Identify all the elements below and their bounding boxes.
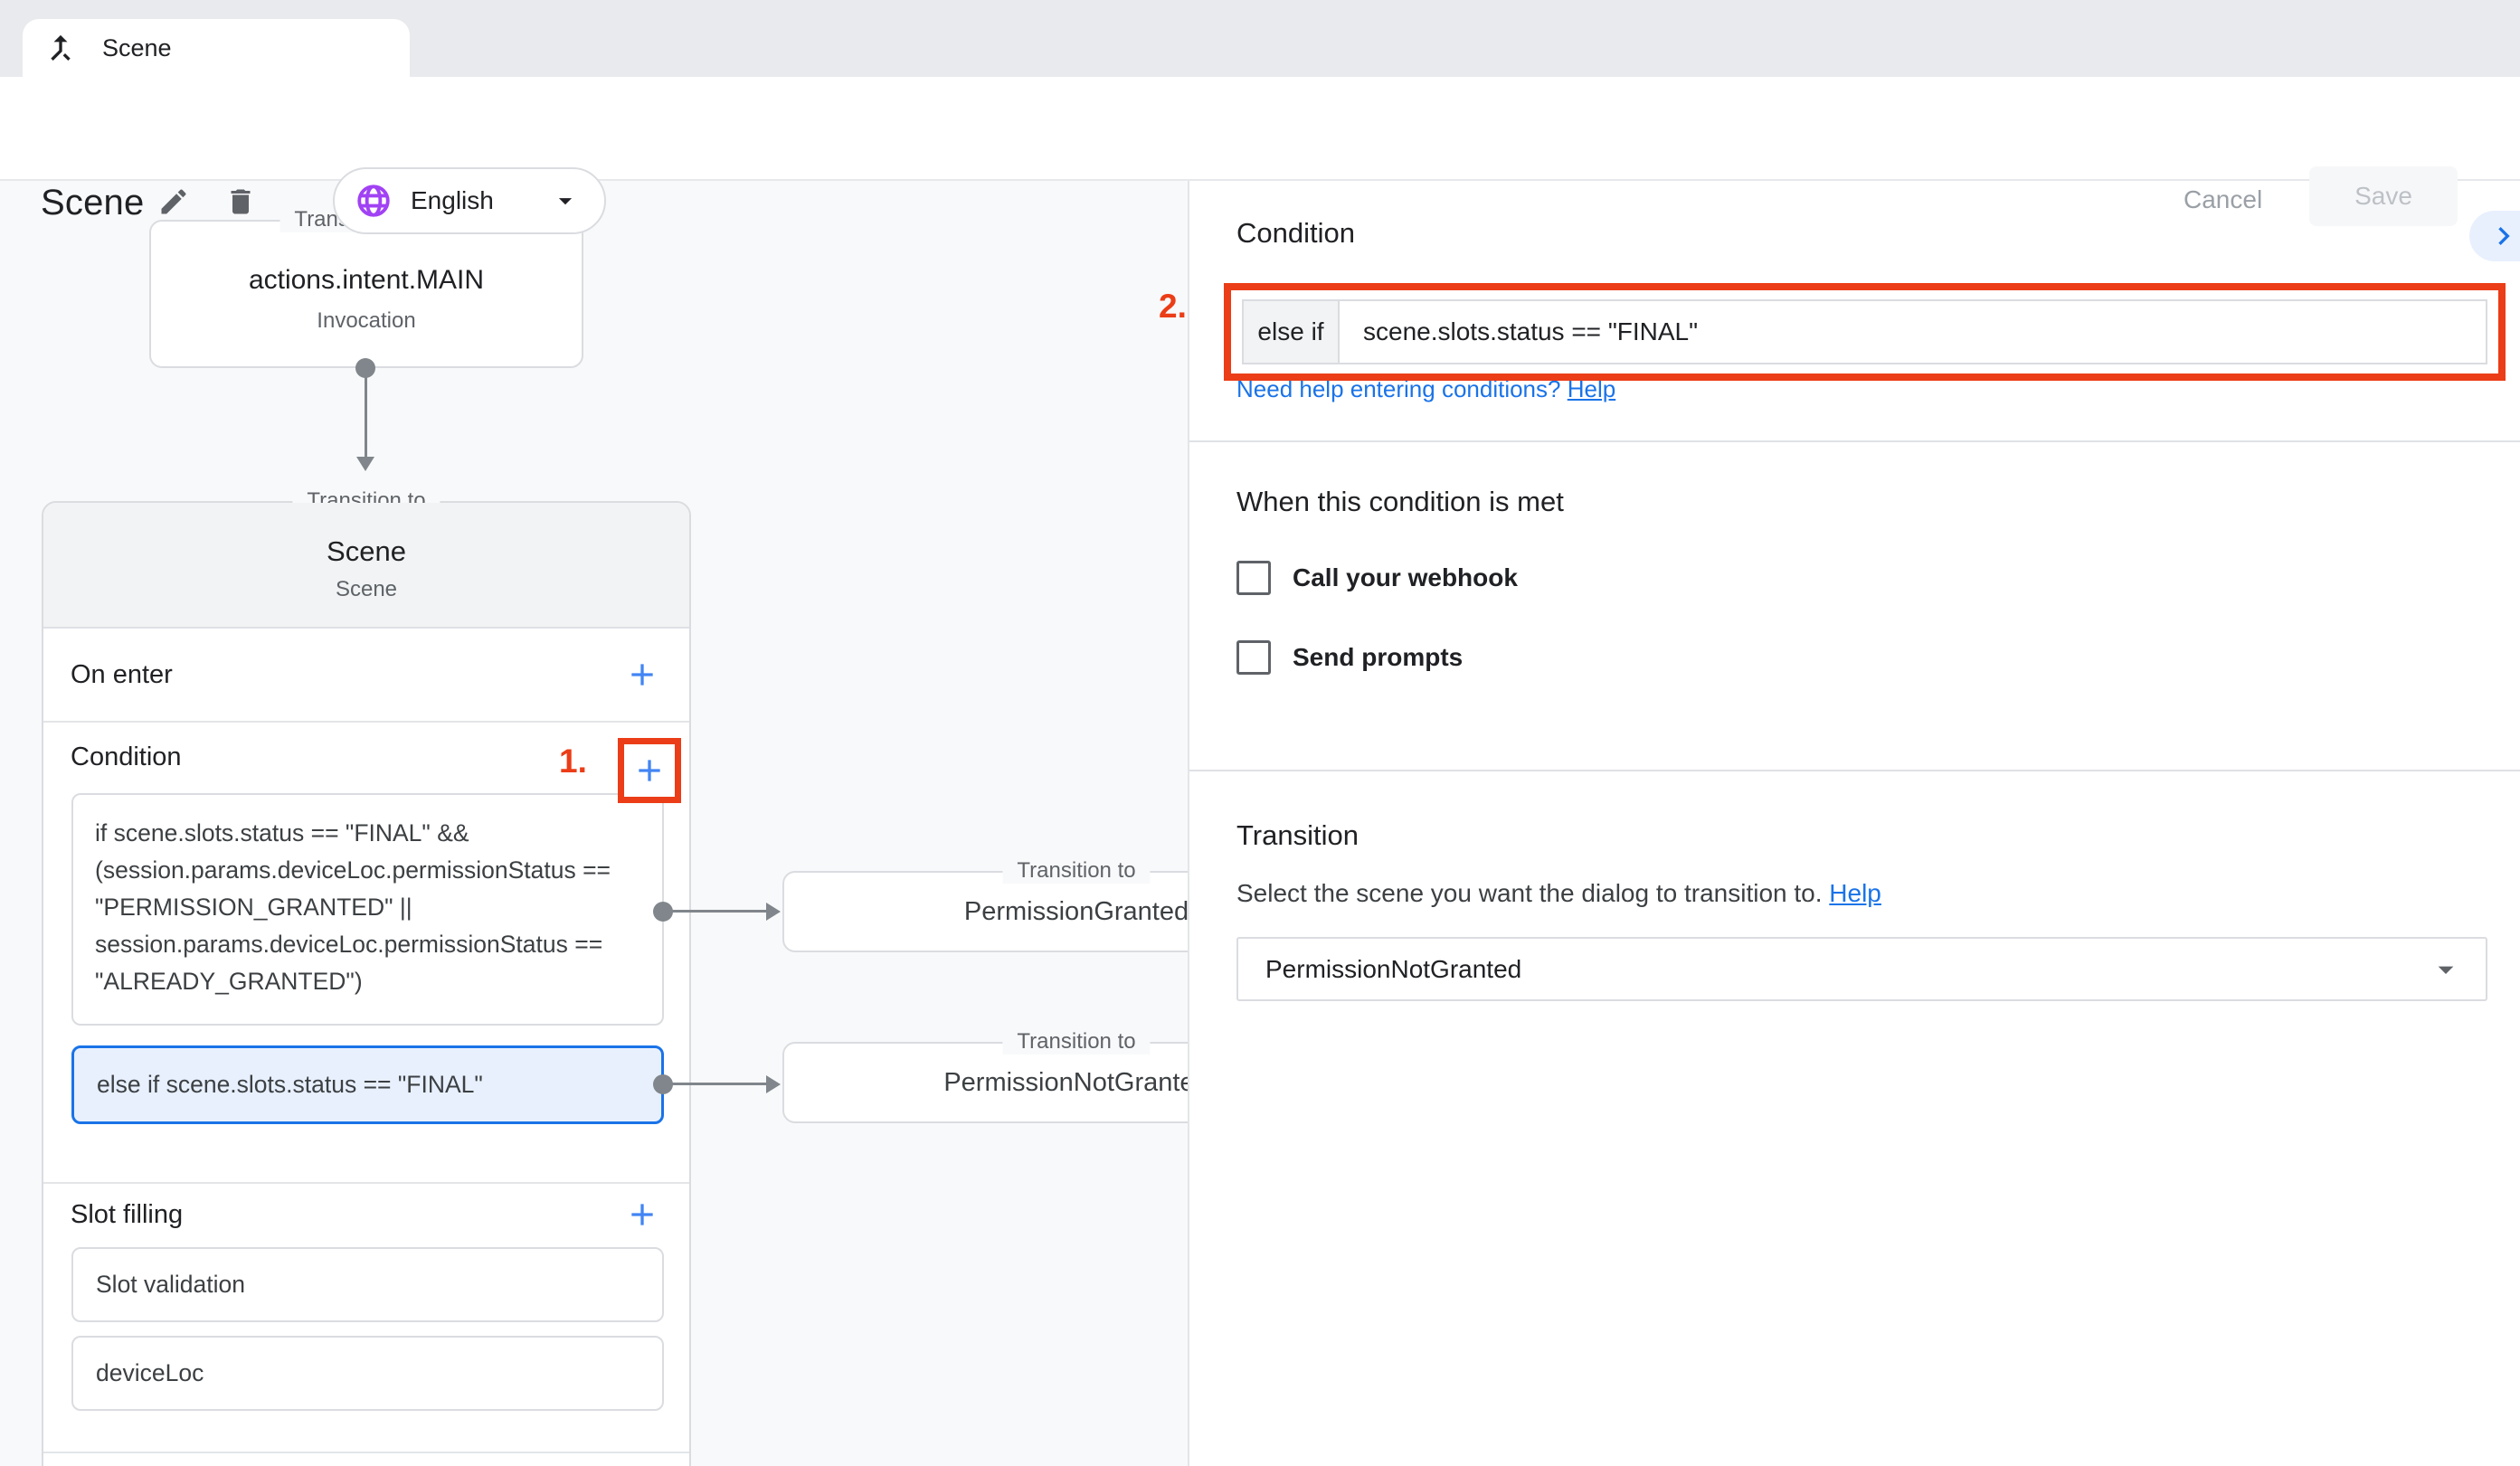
condition-if-text: if scene.slots.status == "FINAL" && (ses…: [95, 819, 611, 995]
condition-item-if[interactable]: if scene.slots.status == "FINAL" && (ses…: [71, 793, 664, 1026]
connector-line: [365, 375, 367, 457]
scene-subtitle: Scene: [43, 577, 689, 602]
connector-arrowhead: [766, 903, 781, 921]
add-condition-button-highlighted[interactable]: [618, 738, 681, 803]
add-on-enter-button[interactable]: [622, 655, 662, 695]
annotation-step-2: 2.: [1159, 288, 1187, 326]
connector-dot: [653, 902, 673, 922]
language-caret-icon: [550, 185, 581, 216]
page-title: Scene: [41, 183, 144, 223]
transition-help-text: Select the scene you want the dialog to …: [1236, 879, 1823, 907]
condition-expression-input[interactable]: [1338, 299, 2487, 364]
slot-filling-row: Slot filling: [43, 1182, 689, 1247]
trash-icon: [224, 185, 257, 218]
header: Scene English C: [0, 77, 2520, 181]
condition-elseif-text: else if scene.slots.status == "FINAL": [97, 1071, 483, 1099]
webhook-option-row: Call your webhook: [1236, 561, 1518, 595]
operator-chip: else if: [1242, 299, 1340, 364]
send-prompts-label: Send prompts: [1293, 643, 1463, 672]
target-title: PermissionGranted: [964, 897, 1189, 927]
slot-deviceloc-item[interactable]: deviceLoc: [71, 1336, 664, 1411]
prompts-option-row: Send prompts: [1236, 640, 1463, 675]
call-webhook-label: Call your webhook: [1293, 563, 1518, 592]
plus-icon: [631, 752, 668, 789]
connector-arrowhead: [356, 457, 374, 471]
on-enter-label: On enter: [71, 660, 173, 690]
condition-heading: Condition: [1236, 217, 1355, 250]
dropdown-caret-icon: [2428, 951, 2464, 988]
transition-to-legend: Transition to: [1002, 858, 1150, 884]
connector-dot: [653, 1074, 673, 1094]
connector-line: [671, 1083, 767, 1085]
target-title: PermissionNotGranted: [943, 1068, 1208, 1098]
language-selector[interactable]: English: [333, 167, 606, 234]
add-slot-button[interactable]: [622, 1195, 662, 1234]
cancel-button[interactable]: Cancel: [2174, 176, 2271, 223]
globe-icon: [355, 182, 393, 220]
actions-builder-scene-editor: Scene Scene English: [0, 0, 2520, 1466]
slot-filling-label: Slot filling: [71, 1200, 183, 1230]
scene-node-card: Transition to Scene Scene On enter Condi…: [42, 501, 691, 1466]
transition-scene-value: PermissionNotGranted: [1265, 955, 1521, 984]
slot-deviceloc-label: deviceLoc: [96, 1359, 204, 1387]
slot-validation-item[interactable]: Slot validation: [71, 1247, 664, 1322]
transition-scene-dropdown[interactable]: PermissionNotGranted: [1236, 937, 2487, 1001]
condition-section-label: Condition: [71, 742, 182, 772]
divider: [43, 1452, 689, 1453]
intent-type: Invocation: [151, 308, 582, 334]
intent-name: actions.intent.MAIN: [151, 265, 582, 296]
annotation-step-1: 1.: [559, 742, 587, 780]
condition-detail-panel: Condition else if Need help entering con…: [1188, 181, 2520, 1466]
edit-scene-button[interactable]: [154, 182, 194, 222]
tab-scene[interactable]: Scene: [23, 19, 410, 77]
slot-validation-label: Slot validation: [96, 1271, 245, 1299]
divider: [1189, 770, 2520, 771]
scene-card-header[interactable]: Scene Scene: [43, 503, 689, 629]
tab-bar: Scene: [0, 0, 2520, 77]
language-label: English: [411, 186, 532, 215]
connector-arrowhead: [766, 1075, 781, 1093]
on-enter-row: On enter: [43, 629, 689, 721]
scene-title: Scene: [43, 535, 689, 568]
chevron-right-icon: [2486, 218, 2520, 254]
transition-help-link[interactable]: Help: [1829, 879, 1881, 907]
connector-line: [671, 910, 767, 913]
delete-scene-button[interactable]: [221, 182, 261, 222]
collapse-panel-button[interactable]: [2469, 211, 2520, 261]
tab-label: Scene: [102, 34, 172, 62]
transition-heading: Transition: [1236, 819, 1359, 852]
transition-help-line: Select the scene you want the dialog to …: [1236, 879, 1881, 908]
send-prompts-checkbox[interactable]: [1236, 640, 1271, 675]
pencil-icon: [157, 185, 190, 218]
transition-from-node[interactable]: Transition from actions.intent.MAIN Invo…: [149, 220, 583, 368]
when-condition-met-heading: When this condition is met: [1236, 486, 1564, 518]
save-button[interactable]: Save: [2309, 166, 2458, 226]
condition-section-header: Condition: [43, 721, 689, 793]
condition-item-elseif-selected[interactable]: else if scene.slots.status == "FINAL": [71, 1045, 664, 1124]
scene-merge-icon: [43, 30, 79, 66]
call-webhook-checkbox[interactable]: [1236, 561, 1271, 595]
transition-to-legend: Transition to: [1002, 1029, 1150, 1055]
divider: [1189, 440, 2520, 442]
condition-editor-highlight: else if: [1224, 283, 2506, 381]
